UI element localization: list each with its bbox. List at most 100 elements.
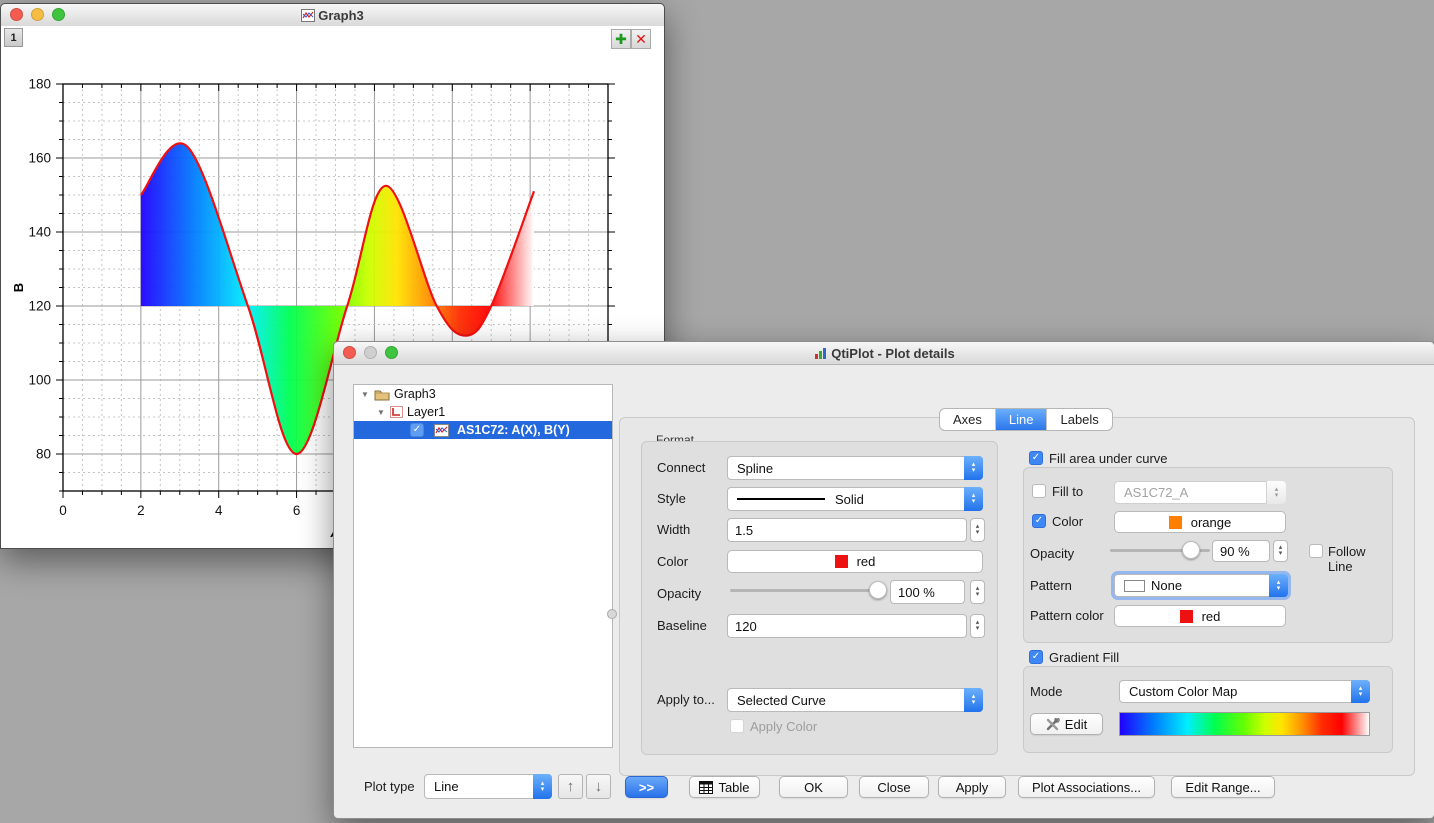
dialog-traffic-lights	[343, 346, 398, 359]
red-swatch-icon	[1180, 610, 1193, 623]
edit-range-button[interactable]: Edit Range...	[1171, 776, 1275, 798]
worksheet-button[interactable]: Table	[689, 776, 760, 798]
follow-line-checkbox[interactable]	[1309, 544, 1323, 558]
baseline-stepper[interactable]: ▴▾	[970, 614, 985, 638]
slider-knob[interactable]	[1182, 541, 1200, 559]
pattern-label: Pattern	[1030, 578, 1072, 593]
style-combobox[interactable]: Solid ▴▾	[727, 487, 983, 511]
close-button[interactable]: Close	[859, 776, 929, 798]
pattern-color-button[interactable]: red	[1114, 605, 1286, 627]
tree-item-layer1[interactable]: ▼ Layer1	[354, 403, 612, 421]
apply-color-label: Apply Color	[750, 719, 817, 734]
stepper-icon: ▴▾	[1266, 481, 1286, 504]
fill-color-label: Color	[1052, 514, 1083, 529]
tree-item-graph3[interactable]: ▼ Graph3	[354, 385, 612, 403]
colormap-preview-bar	[1119, 712, 1370, 736]
table-grid-icon	[699, 781, 713, 794]
plot-type-label: Plot type	[364, 779, 415, 794]
fill-area-label: Fill area under curve	[1049, 451, 1168, 466]
svg-text:140: 140	[28, 225, 51, 240]
line-opacity-input[interactable]: 100 %	[890, 580, 965, 604]
gradient-fill-checkbox[interactable]: ✓	[1029, 650, 1043, 664]
fill-opacity-stepper[interactable]: ▴▾	[1273, 540, 1288, 562]
red-swatch-icon	[835, 555, 848, 568]
fill-opacity-label: Opacity	[1030, 546, 1074, 561]
disclosure-icon[interactable]: ▼	[360, 390, 370, 399]
curve-icon	[434, 424, 449, 437]
fill-to-combobox: AS1C72_A ▴▾	[1114, 481, 1286, 504]
tab-labels[interactable]: Labels	[1047, 409, 1111, 430]
graph-window-title: Graph3	[1, 8, 664, 23]
layer-icon	[390, 406, 403, 418]
curve-visibility-checkbox[interactable]: ✓	[410, 423, 424, 437]
svg-text:0: 0	[59, 503, 67, 518]
fill-color-checkbox[interactable]: ✓	[1032, 514, 1046, 528]
qtiplot-app-icon	[813, 346, 828, 360]
line-opacity-label: Opacity	[657, 586, 701, 601]
pattern-combobox[interactable]: None ▴▾	[1114, 574, 1288, 597]
slider-knob[interactable]	[869, 581, 887, 599]
move-curve-down-button[interactable]: ↓	[586, 774, 611, 799]
stepper-icon: ▴▾	[533, 774, 552, 799]
fill-to-checkbox[interactable]	[1032, 484, 1046, 498]
dialog-titlebar[interactable]: QtiPlot - Plot details	[334, 342, 1434, 365]
tab-line[interactable]: Line	[996, 409, 1048, 430]
tab-bar: Axes Line Labels	[939, 408, 1113, 431]
ok-button[interactable]: OK	[779, 776, 848, 798]
layer-number-badge[interactable]: 1	[4, 28, 23, 47]
folder-icon	[374, 388, 390, 401]
zoom-window-button[interactable]	[52, 8, 65, 21]
expand-button[interactable]: >>	[625, 776, 668, 798]
plot-associations-button[interactable]: Plot Associations...	[1018, 776, 1155, 798]
graph-window-titlebar[interactable]: Graph3	[1, 4, 664, 27]
close-window-button[interactable]	[10, 8, 23, 21]
baseline-label: Baseline	[657, 618, 707, 633]
dialog-close-button[interactable]	[343, 346, 356, 359]
apply-button[interactable]: Apply	[938, 776, 1006, 798]
fill-opacity-slider[interactable]	[1110, 540, 1210, 560]
apply-to-label: Apply to...	[657, 692, 715, 707]
svg-text:6: 6	[293, 503, 301, 518]
svg-text:80: 80	[36, 447, 51, 462]
baseline-input[interactable]: 120	[727, 614, 967, 638]
svg-text:180: 180	[28, 77, 51, 92]
stepper-icon: ▴▾	[1269, 574, 1288, 597]
svg-text:160: 160	[28, 151, 51, 166]
object-tree[interactable]: ▼ Graph3 ▼ Layer1	[353, 384, 613, 748]
fill-area-checkbox[interactable]: ✓	[1029, 451, 1043, 465]
width-label: Width	[657, 522, 690, 537]
splitter-handle[interactable]	[607, 609, 617, 619]
solid-line-sample-icon	[737, 498, 825, 500]
graph-doc-icon	[301, 9, 315, 22]
dialog-title: QtiPlot - Plot details	[334, 346, 1434, 361]
pattern-color-label: Pattern color	[1030, 608, 1104, 623]
tab-axes[interactable]: Axes	[940, 409, 996, 430]
remove-layer-button[interactable]: ✕	[631, 29, 651, 49]
minimize-window-button[interactable]	[31, 8, 44, 21]
gradient-group: Mode Custom Color Map ▴▾ Edit	[1023, 666, 1393, 753]
tree-item-curve[interactable]: ✓ AS1C72: A(X), B(Y)	[354, 421, 612, 439]
disclosure-icon[interactable]: ▼	[376, 408, 386, 417]
mode-label: Mode	[1030, 684, 1063, 699]
orange-swatch-icon	[1169, 516, 1182, 529]
width-input[interactable]: 1.5	[727, 518, 967, 542]
fill-color-button[interactable]: orange	[1114, 511, 1286, 533]
edit-colormap-button[interactable]: Edit	[1030, 713, 1103, 735]
line-opacity-slider[interactable]	[730, 580, 887, 600]
svg-text:120: 120	[28, 299, 51, 314]
move-curve-up-button[interactable]: ↑	[558, 774, 583, 799]
plot-type-combobox[interactable]: Line ▴▾	[424, 774, 552, 799]
line-color-button[interactable]: red	[727, 550, 983, 573]
fill-opacity-input[interactable]: 90 %	[1212, 540, 1270, 562]
dialog-zoom-button[interactable]	[385, 346, 398, 359]
line-opacity-stepper[interactable]: ▴▾	[970, 580, 985, 604]
add-layer-button[interactable]: ✚	[611, 29, 631, 49]
pattern-none-swatch-icon	[1124, 580, 1145, 592]
apply-to-combobox[interactable]: Selected Curve ▴▾	[727, 688, 983, 712]
follow-line-label: Follow Line	[1328, 544, 1392, 574]
stepper-icon: ▴▾	[964, 688, 983, 712]
connect-combobox[interactable]: Spline ▴▾	[727, 456, 983, 480]
tools-icon	[1046, 718, 1060, 731]
gradient-mode-combobox[interactable]: Custom Color Map ▴▾	[1119, 680, 1370, 703]
width-stepper[interactable]: ▴▾	[970, 518, 985, 542]
